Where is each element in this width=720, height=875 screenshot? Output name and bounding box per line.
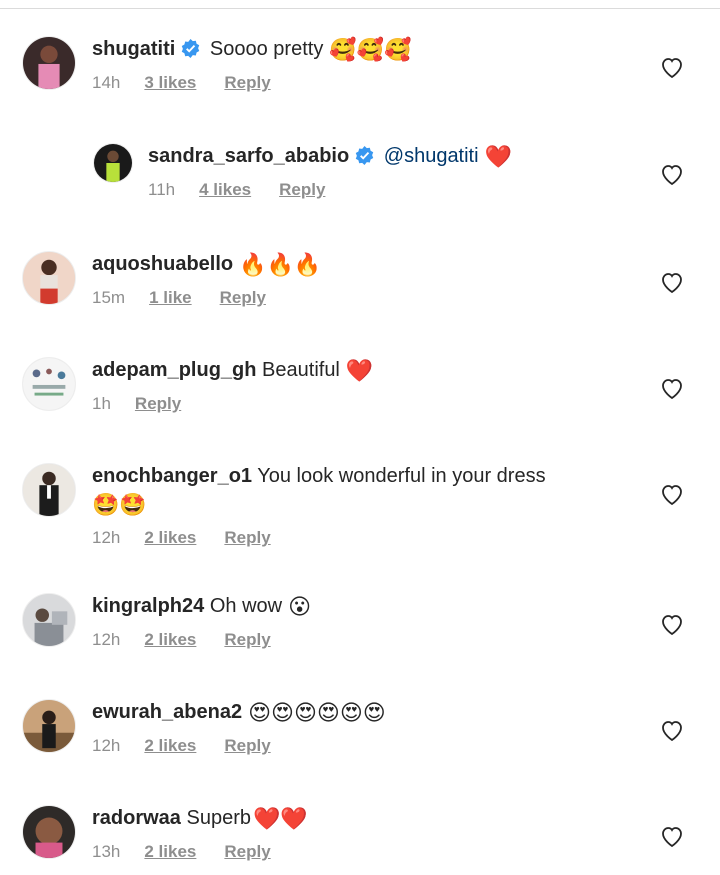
likes-link[interactable]: 2 likes [144, 736, 196, 756]
top-divider [0, 8, 720, 9]
emoji-group: 😮 [288, 595, 312, 620]
avatar[interactable] [22, 36, 76, 90]
emoji-group: 🤩🤩 [92, 493, 147, 518]
likes-link[interactable]: 2 likes [144, 528, 196, 548]
username[interactable]: shugatiti [92, 38, 175, 60]
reply-button[interactable]: Reply [220, 288, 266, 308]
reply-button[interactable]: Reply [224, 736, 270, 756]
comment-text: Oh wow [209, 595, 283, 617]
comment-time: 12h [92, 528, 121, 547]
comment-time: 12h [92, 736, 121, 755]
heart-outline-icon[interactable] [660, 825, 684, 847]
verified-badge-icon [355, 146, 374, 165]
heart-outline-icon[interactable] [660, 483, 684, 505]
username[interactable]: ewurah_abena2 [92, 701, 242, 723]
emoji-group: ❤️ [345, 359, 374, 384]
comment-text: Beautiful [262, 359, 340, 381]
username[interactable]: aquoshuabello [92, 253, 233, 275]
avatar[interactable] [22, 357, 76, 411]
reply-button[interactable]: Reply [224, 528, 270, 548]
username[interactable]: enochbanger_o1 [92, 465, 252, 487]
comment-text: You look wonderful in your dress [257, 465, 546, 487]
heart-outline-icon[interactable] [660, 56, 684, 78]
likes-link[interactable]: 2 likes [144, 842, 196, 862]
heart-outline-icon[interactable] [660, 271, 684, 293]
username[interactable]: radorwaa [92, 807, 181, 829]
reply-button[interactable]: Reply [224, 630, 270, 650]
heart-outline-icon[interactable] [660, 613, 684, 635]
emoji-group: 🥰🥰🥰 [329, 38, 412, 63]
comment-time: 12h [92, 630, 121, 649]
emoji-group: ❤️ [484, 145, 512, 170]
avatar[interactable] [93, 143, 133, 183]
avatar[interactable] [22, 805, 76, 859]
comment-time: 13h [92, 842, 121, 861]
avatar[interactable] [22, 463, 76, 517]
comment-time: 1h [92, 394, 111, 413]
emoji-group: 😍😍😍😍😍😍 [248, 701, 386, 726]
username[interactable]: adepam_plug_gh [92, 359, 256, 381]
username[interactable]: sandra_sarfo_ababio [148, 145, 349, 167]
avatar[interactable] [22, 251, 76, 305]
comment-text: Superb [186, 807, 252, 829]
username[interactable]: kingralph24 [92, 595, 204, 617]
likes-link[interactable]: 2 likes [144, 630, 196, 650]
verified-badge-icon [182, 39, 200, 58]
comment-time: 15m [92, 288, 126, 307]
likes-link[interactable]: 3 likes [144, 73, 196, 93]
heart-outline-icon[interactable] [660, 163, 684, 185]
comment-text: Soooo pretty [209, 38, 324, 60]
comment-time: 11h [148, 180, 176, 199]
reply-button[interactable]: Reply [279, 180, 325, 200]
comment-time: 14h [92, 73, 121, 92]
reply-button[interactable]: Reply [224, 842, 270, 862]
avatar[interactable] [22, 593, 76, 647]
emoji-group: ❤️❤️ [253, 807, 308, 832]
reply-button[interactable]: Reply [224, 73, 270, 93]
heart-outline-icon[interactable] [660, 719, 684, 741]
heart-outline-icon[interactable] [660, 377, 684, 399]
likes-link[interactable]: 1 like [149, 288, 192, 308]
emoji-group: 🔥🔥🔥 [239, 253, 322, 278]
likes-link[interactable]: 4 likes [199, 180, 251, 200]
avatar[interactable] [22, 699, 76, 753]
reply-button[interactable]: Reply [135, 394, 181, 414]
mention-link[interactable]: @shugatiti [384, 145, 479, 167]
